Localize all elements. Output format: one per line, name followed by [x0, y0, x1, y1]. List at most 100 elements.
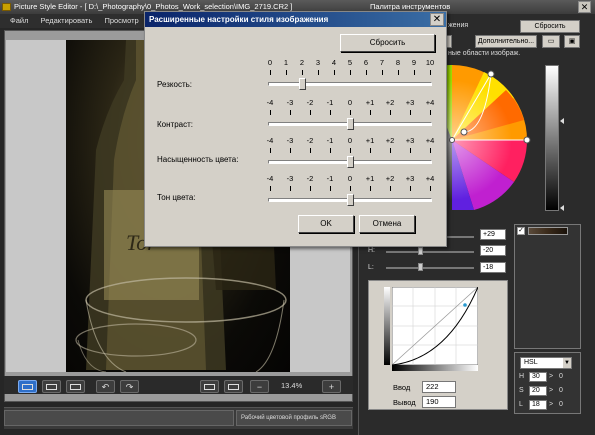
- lightness-value-field[interactable]: -18: [480, 262, 506, 273]
- saturation-value-field[interactable]: -20: [480, 245, 506, 256]
- palette-close-button[interactable]: ✕: [578, 1, 591, 13]
- saturation-slider-track[interactable]: [386, 251, 474, 253]
- scale-tick: [290, 148, 291, 153]
- scale-value: -4: [266, 174, 274, 183]
- split-view-button[interactable]: [42, 380, 61, 393]
- arrow-right-icon: >: [549, 401, 554, 408]
- lightness-slider-thumb[interactable]: [418, 263, 423, 271]
- open-file-button[interactable]: ▭: [542, 35, 560, 48]
- scale-tick: [350, 148, 351, 153]
- compare-view-button[interactable]: [66, 380, 85, 393]
- save-file-button[interactable]: ▣: [564, 35, 580, 48]
- scale-tick: [290, 186, 291, 191]
- scale-tick: [430, 186, 431, 191]
- folder-icon: ▭: [547, 38, 555, 45]
- zoom-in-button[interactable]: +: [322, 380, 341, 393]
- scale-tick: [270, 186, 271, 191]
- scale-value: +1: [365, 174, 375, 183]
- color-swatch[interactable]: [528, 227, 568, 235]
- palette-hint-text: ные области изображ.: [448, 50, 521, 57]
- hsl-h-field[interactable]: 30: [529, 372, 547, 382]
- rotate-right-button[interactable]: ↷: [120, 380, 139, 393]
- dialog-title: Расширенные настройки стиля изображения: [145, 12, 446, 27]
- scale-tick: [430, 148, 431, 153]
- scale-value: +4: [425, 174, 435, 183]
- hsl-s-target: 0: [559, 387, 563, 394]
- menu-view[interactable]: Просмотр: [104, 16, 138, 25]
- scale-tick: [350, 110, 351, 115]
- dialog-reset-button[interactable]: Сбросить: [340, 34, 435, 52]
- scale-tick: [350, 186, 351, 191]
- swatch-checkbox[interactable]: ✓: [517, 227, 525, 235]
- ok-button[interactable]: OK: [298, 215, 354, 233]
- scale-tick: [310, 186, 311, 191]
- luminance-marker-icon[interactable]: [560, 118, 564, 124]
- saturation-slider-thumb[interactable]: [418, 247, 423, 255]
- advanced-settings-button[interactable]: Дополнительно...: [475, 35, 537, 48]
- slider-thumb[interactable]: [299, 78, 306, 90]
- rotate-left-button[interactable]: ↶: [96, 380, 115, 393]
- lightness-slider-track[interactable]: [386, 267, 474, 269]
- scale-tick: [286, 70, 287, 75]
- color-wheel[interactable]: [444, 60, 534, 210]
- curve-output-field[interactable]: 190: [422, 396, 456, 408]
- scale-value: -1: [326, 174, 334, 183]
- cancel-button[interactable]: Отмена: [359, 215, 415, 233]
- curve-input-field[interactable]: 222: [422, 381, 456, 393]
- actual-size-button[interactable]: [200, 380, 219, 393]
- scale-tick: [290, 110, 291, 115]
- scale-tick: [318, 70, 319, 75]
- curve-output-gradient: [384, 287, 390, 365]
- single-view-icon: [22, 384, 33, 390]
- slider-thumb[interactable]: [347, 156, 354, 168]
- slider-thumb[interactable]: [347, 194, 354, 206]
- arrow-right-icon: >: [549, 373, 554, 380]
- hsl-l-field[interactable]: 18: [529, 400, 547, 410]
- dialog-close-button[interactable]: ✕: [430, 13, 444, 26]
- fit-screen-button[interactable]: [224, 380, 243, 393]
- hsl-s-field[interactable]: 20: [529, 386, 547, 396]
- palette-reset-button[interactable]: Сбросить: [520, 20, 580, 33]
- hsl-l-label: L: [519, 401, 523, 408]
- actual-size-icon: [204, 384, 215, 390]
- scale-tick: [366, 70, 367, 75]
- scale-value: -3: [286, 174, 294, 183]
- slider-label: Насыщенность цвета:: [157, 155, 239, 164]
- menu-file[interactable]: Файл: [10, 16, 28, 25]
- save-icon: ▣: [568, 38, 576, 45]
- scale-tick: [302, 70, 303, 75]
- luminance-marker-icon[interactable]: [560, 205, 564, 211]
- tone-curve-graph[interactable]: [392, 287, 478, 365]
- scale-value: 0: [347, 174, 353, 183]
- scale-value: -2: [306, 136, 314, 145]
- scale-tick: [370, 186, 371, 191]
- fit-screen-icon: [228, 384, 239, 390]
- scale-tick: [330, 148, 331, 153]
- hue-value-field[interactable]: +29: [480, 229, 506, 240]
- hsl-l-target: 0: [559, 401, 563, 408]
- menu-edit[interactable]: Редактировать: [41, 16, 93, 25]
- scale-tick: [410, 148, 411, 153]
- scale-tick: [430, 70, 431, 75]
- single-view-button[interactable]: [18, 380, 37, 393]
- scale-tick: [370, 110, 371, 115]
- curve-input-label: Ввод: [393, 383, 411, 392]
- scale-value: -1: [326, 98, 334, 107]
- scale-value: +3: [405, 98, 415, 107]
- zoom-out-button[interactable]: −: [250, 380, 269, 393]
- chevron-down-icon[interactable]: ▼: [563, 358, 571, 368]
- scale-value: +2: [385, 98, 395, 107]
- scale-value: +1: [365, 98, 375, 107]
- scale-tick: [390, 186, 391, 191]
- arrow-right-icon: >: [549, 387, 554, 394]
- rotate-right-icon: ↷: [125, 382, 134, 392]
- scale-value: -2: [306, 98, 314, 107]
- slider-track[interactable]: [268, 82, 432, 86]
- scale-tick: [334, 70, 335, 75]
- scale-value: +4: [425, 136, 435, 145]
- luminance-bar[interactable]: [545, 65, 559, 211]
- hue-row-label: H:: [368, 247, 375, 254]
- slider-thumb[interactable]: [347, 118, 354, 130]
- scale-value: -2: [306, 174, 314, 183]
- scale-value: -3: [286, 136, 294, 145]
